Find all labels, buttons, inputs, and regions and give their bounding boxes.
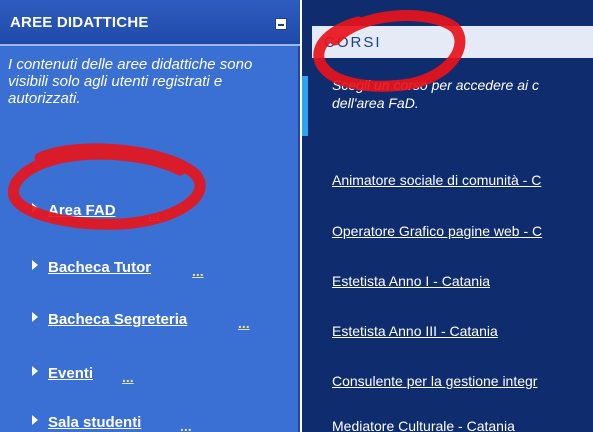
course-link[interactable]: Consulente per la gestione integr <box>332 373 537 389</box>
menu-item-label[interactable]: Bacheca Tutor <box>48 259 151 276</box>
collapse-icon[interactable] <box>275 18 287 30</box>
more-link[interactable]: ... <box>122 369 134 385</box>
arrow-right-icon <box>32 366 38 376</box>
course-link[interactable]: Estetista Anno III - Catania <box>332 323 498 339</box>
menu-item-bacheca-segreteria[interactable]: Bacheca Segreteria ... <box>0 305 300 333</box>
menu-item-area-fad[interactable]: Area FAD ... <box>0 196 300 224</box>
course-link[interactable]: Estetista Anno I - Catania <box>332 273 490 289</box>
corsi-panel: CORSI Scegli un corso per accedere ai c … <box>302 0 593 432</box>
menu-item-label[interactable]: Sala studenti <box>48 414 141 431</box>
menu-item-sala-studenti[interactable]: Sala studenti ... <box>0 408 300 432</box>
panel-title: CORSI <box>324 34 382 51</box>
course-link[interactable]: Mediatore Culturale - Catania <box>332 418 515 432</box>
arrow-right-icon <box>32 312 38 322</box>
more-link[interactable]: ... <box>180 418 192 432</box>
course-link[interactable]: Animatore sociale di comunità - C <box>332 172 541 188</box>
arrow-right-icon <box>32 415 38 425</box>
panel-description: I contenuti delle aree didattiche sono v… <box>8 56 253 107</box>
aree-didattiche-panel: AREE DIDATTICHE I contenuti delle aree d… <box>0 0 300 432</box>
menu-item-bacheca-tutor[interactable]: Bacheca Tutor ... <box>0 253 300 281</box>
menu-item-label[interactable]: Area FAD <box>48 202 116 219</box>
menu-item-eventi[interactable]: Eventi ... <box>0 359 300 387</box>
more-link[interactable]: ... <box>238 315 250 331</box>
menu-item-label[interactable]: Eventi <box>48 365 93 382</box>
arrow-right-icon <box>32 203 38 213</box>
course-link[interactable]: Operatore Grafico pagine web - C <box>332 223 542 239</box>
more-link[interactable]: ... <box>192 263 204 279</box>
panel-header: AREE DIDATTICHE <box>0 0 300 46</box>
panel-header: CORSI <box>312 26 593 58</box>
more-link[interactable]: ... <box>148 206 160 222</box>
panel-description: Scegli un corso per accedere ai c dell'a… <box>332 77 539 111</box>
panel-title: AREE DIDATTICHE <box>10 14 149 31</box>
arrow-right-icon <box>32 260 38 270</box>
accent-bar <box>302 76 308 136</box>
menu-item-label[interactable]: Bacheca Segreteria <box>48 311 187 328</box>
